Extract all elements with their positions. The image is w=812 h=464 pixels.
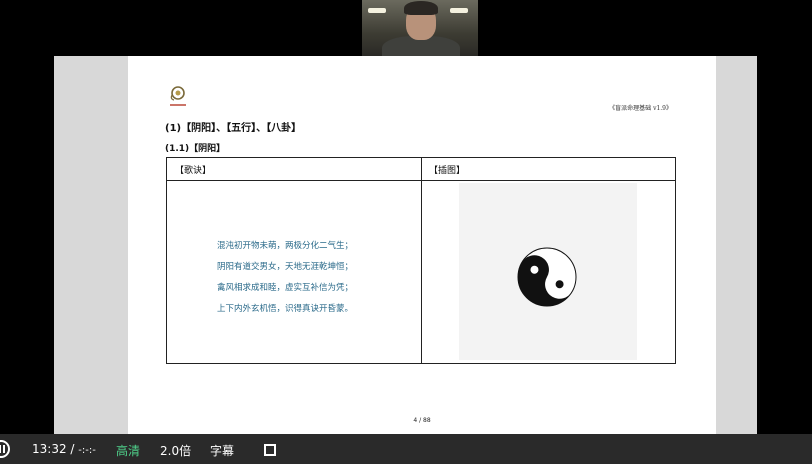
quality-button[interactable]: 高清: [116, 442, 140, 459]
subsection-heading: (1.1)【阴阳】: [165, 144, 226, 154]
section-heading: (1)【阴阳】、【五行】、【八卦】: [165, 123, 302, 134]
brand-logo-icon: [170, 86, 186, 106]
subtitle-button[interactable]: 字幕: [210, 442, 234, 459]
illustration-panel: [459, 183, 637, 360]
document-page: 《盲派命理基础 v1.9》 (1)【阴阳】、【五行】、【八卦】 (1.1)【阴阳…: [128, 56, 716, 434]
player-control-bar: 13:32 / -:-:- 高清 2.0倍 字幕: [0, 434, 812, 464]
content-table: 【歌诀】 【插图】 混沌初开物未萌，两极分化二气生； 阴阳有道交男女，天地无涯乾…: [166, 157, 676, 364]
yin-yang-icon: [517, 247, 577, 307]
column-header-verse: 【歌诀】: [175, 166, 212, 176]
presenter-hair: [404, 1, 438, 15]
duration: -:-:-: [78, 445, 96, 456]
fullscreen-icon[interactable]: [264, 444, 276, 456]
verse-line: 上下内外玄机悟，识得真诀开昏蒙。: [217, 304, 354, 314]
time-display: 13:32 / -:-:-: [32, 442, 96, 456]
current-time: 13:32: [32, 442, 67, 456]
ceiling-light: [450, 8, 468, 13]
document-header-title: 《盲派命理基础 v1.9》: [609, 105, 672, 112]
pause-button[interactable]: [0, 440, 10, 458]
page-number: 4 / 88: [413, 417, 431, 424]
document-viewer[interactable]: 《盲派命理基础 v1.9》 (1)【阴阳】、【五行】、【八卦】 (1.1)【阴阳…: [54, 56, 757, 434]
ceiling-light: [368, 8, 386, 13]
speed-button[interactable]: 2.0倍: [160, 442, 191, 459]
time-separator: /: [70, 442, 75, 456]
table-divider: [421, 158, 422, 363]
verse-block: 混沌初开物未萌，两极分化二气生； 阴阳有道交男女，天地无涯乾坤恒； 禽风相求成和…: [217, 236, 417, 320]
webcam-overlay: [362, 0, 478, 56]
verse-line: 阴阳有道交男女，天地无涯乾坤恒；: [217, 262, 354, 272]
verse-line: 混沌初开物未萌，两极分化二气生；: [217, 241, 354, 251]
column-header-illustration: 【插图】: [429, 166, 466, 176]
verse-line: 禽风相求成和睦，虚实互补信为凭；: [217, 283, 354, 293]
